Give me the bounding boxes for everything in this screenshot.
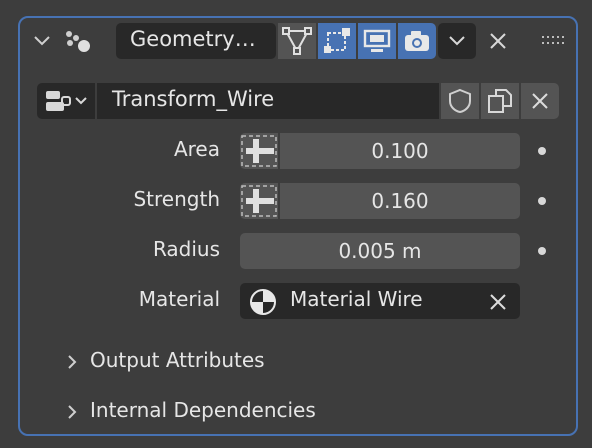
modifier-name-field[interactable]: Geometry… <box>116 23 276 59</box>
radius-field[interactable]: 0.005 m <box>240 233 520 269</box>
input-attribute-toggle-icon <box>241 185 277 217</box>
options-dropdown-button[interactable] <box>438 23 476 59</box>
strength-attribute-toggle[interactable] <box>240 183 278 219</box>
area-label: Area <box>173 137 220 161</box>
chevron-right-icon[interactable] <box>64 401 80 423</box>
vertex-filter-button[interactable] <box>278 23 316 59</box>
dropdown-chevron-icon <box>449 36 465 46</box>
area-attribute-toggle[interactable] <box>240 133 278 169</box>
keyframe-dot-icon[interactable] <box>538 247 546 255</box>
chevron-right-icon[interactable] <box>64 351 80 373</box>
clear-material-icon[interactable] <box>486 290 510 314</box>
duplicate-icon <box>488 89 512 113</box>
node-group-name-field[interactable]: Transform_Wire <box>97 83 439 119</box>
input-attribute-toggle-icon <box>241 135 277 167</box>
realtime-display-toggle[interactable] <box>358 23 396 59</box>
shield-icon <box>449 88 471 114</box>
unlink-icon <box>532 93 548 109</box>
geometry-nodes-icon <box>62 26 94 56</box>
edit-mode-toggle[interactable] <box>318 23 356 59</box>
monitor-icon <box>363 29 391 52</box>
fake-user-button[interactable] <box>441 83 479 119</box>
edit-mode-icon <box>324 28 350 53</box>
material-label: Material <box>138 287 220 311</box>
material-sphere-icon <box>249 288 277 316</box>
strength-field[interactable]: 0.160 <box>280 183 520 219</box>
material-name: Material Wire <box>290 287 423 311</box>
close-icon[interactable] <box>484 27 512 55</box>
unlink-button[interactable] <box>521 83 559 119</box>
node-tree-icon <box>46 91 87 111</box>
camera-icon <box>405 31 429 51</box>
radius-label: Radius <box>152 237 220 261</box>
keyframe-dot-icon[interactable] <box>538 197 546 205</box>
render-toggle[interactable] <box>398 23 436 59</box>
strength-label: Strength <box>133 187 220 211</box>
node-group-browse-button[interactable] <box>37 83 95 119</box>
duplicate-button[interactable] <box>481 83 519 119</box>
geometry-filter-icon <box>282 27 312 55</box>
collapse-chevron-icon[interactable] <box>30 28 54 54</box>
drag-handle-icon[interactable] <box>540 33 568 47</box>
keyframe-dot-icon[interactable] <box>538 147 546 155</box>
internal-dependencies-section[interactable]: Internal Dependencies <box>90 398 390 426</box>
output-attributes-section[interactable]: Output Attributes <box>90 348 390 376</box>
area-field[interactable]: 0.100 <box>280 133 520 169</box>
